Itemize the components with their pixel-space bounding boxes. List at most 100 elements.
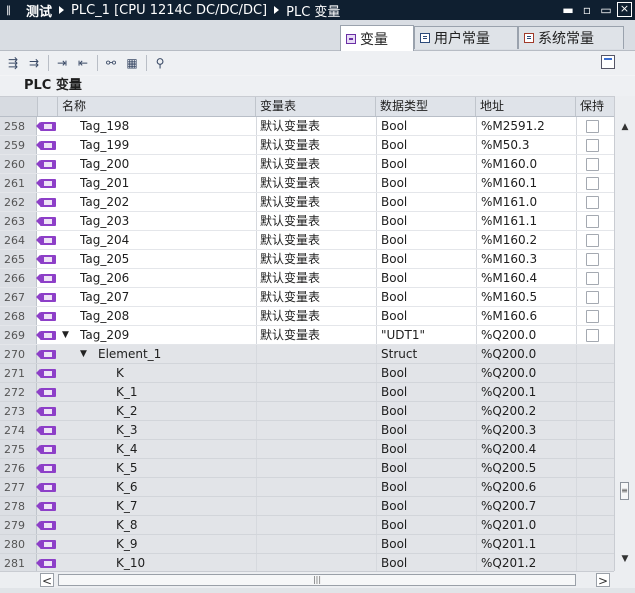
table-row[interactable]: 272 K_1 Bool %Q200.1 — [0, 383, 614, 402]
tag-table-cell[interactable]: 默认变量表 — [260, 193, 320, 212]
retain-checkbox[interactable] — [586, 291, 599, 304]
data-type-cell[interactable]: Bool — [381, 174, 407, 193]
setpoint-icon[interactable]: ▦ — [124, 55, 140, 71]
data-type-cell[interactable]: Bool — [381, 478, 407, 497]
address-cell[interactable]: %M160.4 — [481, 269, 537, 288]
data-type-cell[interactable]: Bool — [381, 231, 407, 250]
table-row[interactable]: 261 Tag_201 默认变量表 Bool %M160.1 — [0, 174, 614, 193]
tag-table-cell[interactable]: 默认变量表 — [260, 231, 320, 250]
tag-name-cell[interactable]: K_10 — [116, 554, 145, 572]
address-cell[interactable]: %Q201.1 — [481, 535, 536, 554]
data-type-cell[interactable]: Bool — [381, 250, 407, 269]
table-row[interactable]: 276 K_5 Bool %Q200.5 — [0, 459, 614, 478]
data-type-cell[interactable]: Bool — [381, 535, 407, 554]
minimize-icon[interactable]: ▬ — [560, 2, 576, 18]
column-header-type[interactable]: 数据类型 — [376, 97, 476, 116]
table-row[interactable]: 274 K_3 Bool %Q200.3 — [0, 421, 614, 440]
data-type-cell[interactable]: Bool — [381, 364, 407, 383]
row-number[interactable]: 266 — [0, 269, 37, 288]
table-row[interactable]: 275 K_4 Bool %Q200.4 — [0, 440, 614, 459]
maximize-icon[interactable]: ▭ — [598, 2, 614, 18]
tag-name-cell[interactable]: K_3 — [116, 421, 138, 440]
data-type-cell[interactable]: Bool — [381, 307, 407, 326]
address-cell[interactable]: %Q201.0 — [481, 516, 536, 535]
row-number[interactable]: 281 — [0, 554, 37, 572]
address-cell[interactable]: %Q200.1 — [481, 383, 536, 402]
tag-name-cell[interactable]: K — [116, 364, 124, 383]
data-type-cell[interactable]: Bool — [381, 269, 407, 288]
address-cell[interactable]: %Q200.3 — [481, 421, 536, 440]
tag-name-cell[interactable]: Tag_207 — [80, 288, 129, 307]
tag-name-cell[interactable]: Tag_205 — [80, 250, 129, 269]
address-cell[interactable]: %M160.1 — [481, 174, 537, 193]
row-number[interactable]: 275 — [0, 440, 37, 459]
address-cell[interactable]: %M160.0 — [481, 155, 537, 174]
tag-table-cell[interactable]: 默认变量表 — [260, 136, 320, 155]
row-number[interactable]: 259 — [0, 136, 37, 155]
tag-name-cell[interactable]: Tag_208 — [80, 307, 129, 326]
table-row[interactable]: 268 Tag_208 默认变量表 Bool %M160.6 — [0, 307, 614, 326]
row-number[interactable]: 269 — [0, 326, 37, 345]
tag-table-cell[interactable]: 默认变量表 — [260, 269, 320, 288]
tag-table-cell[interactable]: 默认变量表 — [260, 307, 320, 326]
address-cell[interactable]: %Q200.5 — [481, 459, 536, 478]
retain-checkbox[interactable] — [586, 158, 599, 171]
restore-icon[interactable]: ▫ — [579, 2, 595, 18]
row-number[interactable]: 261 — [0, 174, 37, 193]
expand-arrow-icon[interactable]: ▼ — [62, 326, 69, 345]
table-row[interactable]: 269 ▼ Tag_209 默认变量表 "UDT1" %Q200.0 — [0, 326, 614, 345]
data-type-cell[interactable]: Bool — [381, 402, 407, 421]
tag-name-cell[interactable]: Element_1 — [98, 345, 161, 364]
tag-table-cell[interactable]: 默认变量表 — [260, 326, 320, 345]
address-cell[interactable]: %Q201.2 — [481, 554, 536, 572]
tag-name-cell[interactable]: K_4 — [116, 440, 138, 459]
address-cell[interactable]: %M160.2 — [481, 231, 537, 250]
tag-name-cell[interactable]: Tag_199 — [80, 136, 129, 155]
table-row[interactable]: 263 Tag_203 默认变量表 Bool %M161.1 — [0, 212, 614, 231]
remove-tag-icon[interactable]: ⇉ — [26, 55, 42, 71]
vertical-scroll-thumb[interactable] — [620, 482, 629, 500]
table-row[interactable]: 280 K_9 Bool %Q201.1 — [0, 535, 614, 554]
tag-table-cell[interactable]: 默认变量表 — [260, 117, 320, 136]
row-number[interactable]: 271 — [0, 364, 37, 383]
tag-name-cell[interactable]: K_9 — [116, 535, 138, 554]
tag-name-cell[interactable]: Tag_204 — [80, 231, 129, 250]
address-cell[interactable]: %M160.3 — [481, 250, 537, 269]
import-icon[interactable]: ⇤ — [75, 55, 91, 71]
address-cell[interactable]: %Q200.0 — [481, 364, 536, 383]
close-icon[interactable]: × — [617, 2, 632, 17]
data-type-cell[interactable]: Bool — [381, 421, 407, 440]
data-type-cell[interactable]: Bool — [381, 497, 407, 516]
table-row[interactable]: 277 K_6 Bool %Q200.6 — [0, 478, 614, 497]
tag-table-cell[interactable]: 默认变量表 — [260, 288, 320, 307]
retain-checkbox[interactable] — [586, 215, 599, 228]
address-cell[interactable]: %Q200.2 — [481, 402, 536, 421]
retain-checkbox[interactable] — [586, 310, 599, 323]
row-number[interactable]: 264 — [0, 231, 37, 250]
tag-table-cell[interactable]: 默认变量表 — [260, 250, 320, 269]
tab-tags[interactable]: 变量 — [340, 25, 414, 51]
data-type-cell[interactable]: Struct — [381, 345, 417, 364]
row-number[interactable]: 262 — [0, 193, 37, 212]
address-cell[interactable]: %Q200.7 — [481, 497, 536, 516]
tag-table-cell[interactable]: 默认变量表 — [260, 155, 320, 174]
tag-table-cell[interactable]: 默认变量表 — [260, 212, 320, 231]
data-type-cell[interactable]: Bool — [381, 383, 407, 402]
tag-table-cell[interactable]: 默认变量表 — [260, 174, 320, 193]
address-cell[interactable]: %Q200.4 — [481, 440, 536, 459]
tab-system-constants[interactable]: 系统常量 — [518, 26, 624, 49]
row-number[interactable]: 265 — [0, 250, 37, 269]
address-cell[interactable]: %Q200.0 — [481, 326, 536, 345]
address-cell[interactable]: %M161.0 — [481, 193, 537, 212]
tag-name-cell[interactable]: Tag_202 — [80, 193, 129, 212]
tag-name-cell[interactable]: K_6 — [116, 478, 138, 497]
table-row[interactable]: 281 K_10 Bool %Q201.2 — [0, 554, 614, 572]
retain-checkbox[interactable] — [586, 139, 599, 152]
view-settings-icon[interactable] — [601, 55, 615, 69]
retain-checkbox[interactable] — [586, 253, 599, 266]
row-number[interactable]: 279 — [0, 516, 37, 535]
address-cell[interactable]: %Q200.0 — [481, 345, 536, 364]
table-row[interactable]: 270 ▼ Element_1 Struct %Q200.0 — [0, 345, 614, 364]
search-icon[interactable]: ⚲ — [152, 55, 168, 71]
retain-checkbox[interactable] — [586, 120, 599, 133]
